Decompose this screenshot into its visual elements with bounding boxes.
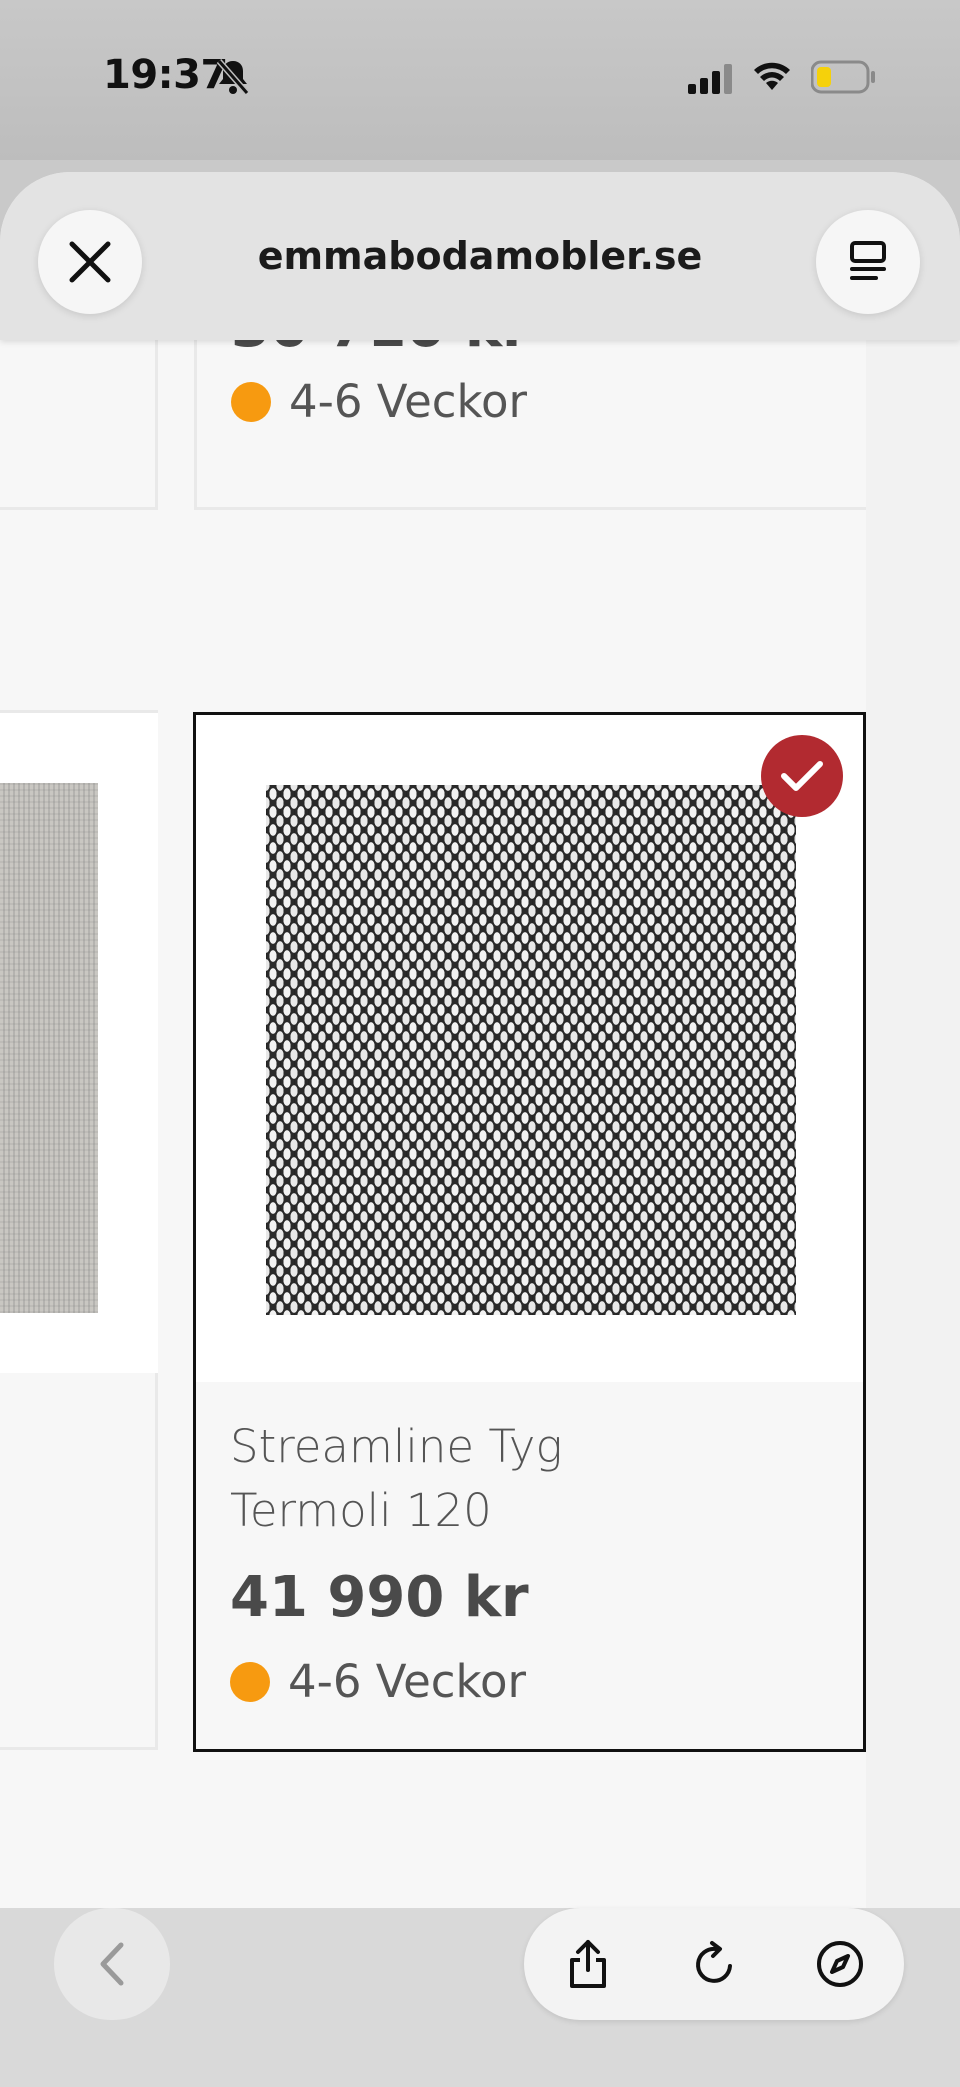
checkmark-icon: [781, 761, 823, 791]
page-gutter: [866, 340, 960, 2080]
browser-bottombar: [0, 1908, 960, 2087]
product-card-partial[interactable]: [0, 340, 158, 510]
share-button[interactable]: [560, 1936, 616, 1992]
back-button[interactable]: [54, 1908, 170, 2020]
stock-text: 4-6 Veckor: [288, 1655, 527, 1708]
page-content: 30 710 kr 4-6 Veckor Streamline T: [0, 340, 866, 2080]
product-image-area: [196, 715, 863, 1382]
safari-button[interactable]: [812, 1936, 868, 1992]
stock-text: 4-6 Veckor: [289, 375, 528, 428]
reload-button[interactable]: [686, 1936, 742, 1992]
reload-icon: [696, 1941, 732, 1983]
silent-bell-icon: [216, 59, 250, 95]
battery-icon: [811, 60, 875, 94]
reader-icon: [850, 241, 886, 280]
product-price: 30 710 kr: [231, 340, 530, 360]
product-card-previous[interactable]: 30 710 kr 4-6 Veckor: [194, 340, 866, 510]
product-card-selected[interactable]: Streamline Tyg Termoli 120 41 990 kr 4-6…: [193, 712, 866, 1752]
product-name-line2: Termoli 120: [230, 1484, 492, 1537]
selected-check-badge: [761, 735, 843, 817]
wifi-icon: [754, 62, 790, 90]
share-icon: [570, 1940, 606, 1988]
status-time: 19:37: [103, 52, 228, 98]
product-name: Streamline Tyg Termoli 120: [230, 1415, 790, 1543]
fabric-swatch-image: [0, 783, 98, 1313]
stock-status: 4-6 Veckor: [231, 375, 527, 428]
stock-dot-icon: [230, 1661, 270, 1702]
reader-mode-button[interactable]: [816, 210, 920, 314]
stock-dot-icon: [231, 381, 271, 422]
product-image-area: [0, 713, 158, 1373]
browser-topbar: emmabodamobler.se: [0, 172, 960, 340]
product-price: 41 990 kr: [230, 1565, 529, 1630]
chevron-left-icon: [100, 1942, 124, 1986]
stock-status: 4-6 Veckor: [230, 1655, 526, 1708]
browser-actions: [524, 1908, 904, 2020]
browser-sheet: emmabodamobler.se 30 710 kr 4-6 Veckor: [0, 172, 960, 2087]
product-card-left[interactable]: [0, 710, 158, 1750]
fabric-swatch-image: [266, 785, 796, 1315]
status-bar: 19:37: [0, 0, 960, 160]
compass-icon: [817, 1941, 863, 1987]
product-name-line1: Streamline Tyg: [230, 1420, 563, 1473]
cellular-signal-icon: [688, 64, 732, 94]
